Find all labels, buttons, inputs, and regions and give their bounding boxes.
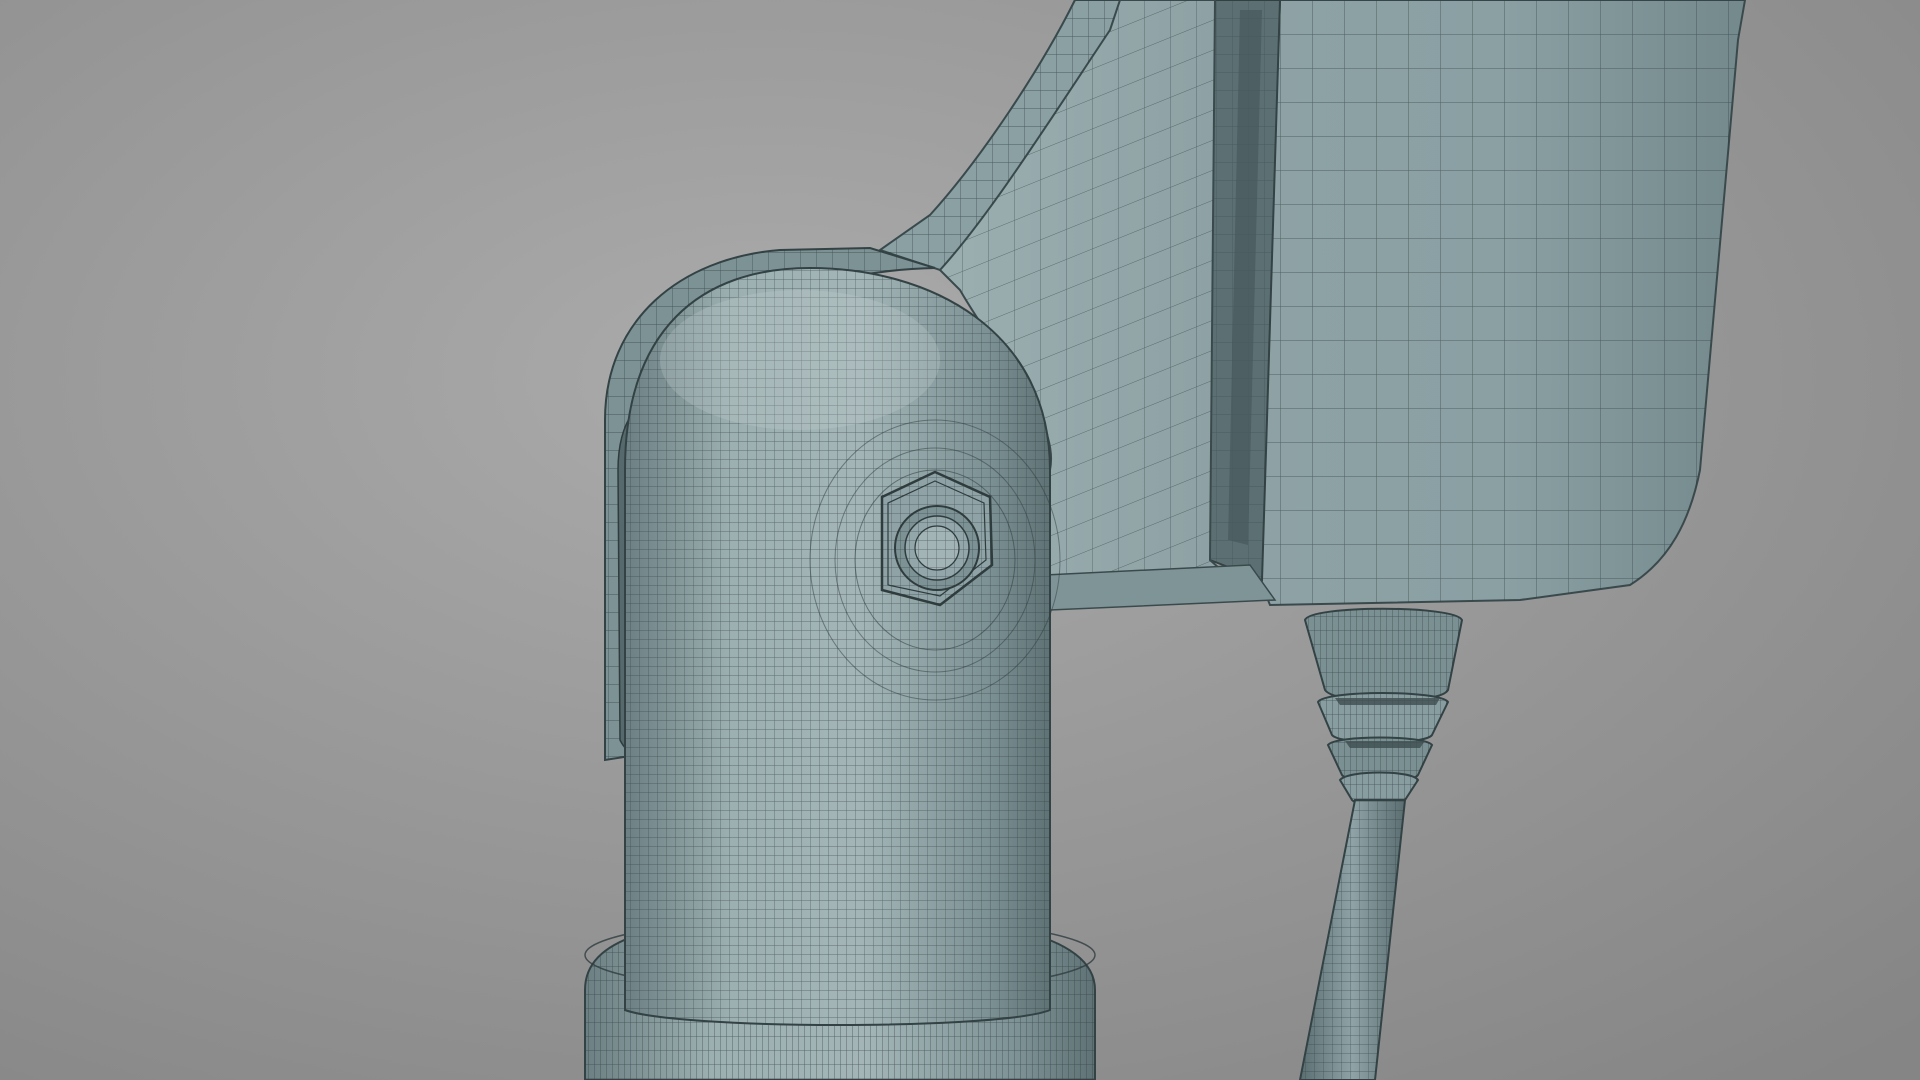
rounded-post[interactable] bbox=[624, 266, 1061, 1026]
bolt-head[interactable] bbox=[894, 505, 980, 591]
wireframe-scene bbox=[0, 0, 1920, 1080]
housing-panel[interactable] bbox=[1209, 0, 1747, 607]
render-viewport[interactable] bbox=[0, 0, 1920, 1080]
